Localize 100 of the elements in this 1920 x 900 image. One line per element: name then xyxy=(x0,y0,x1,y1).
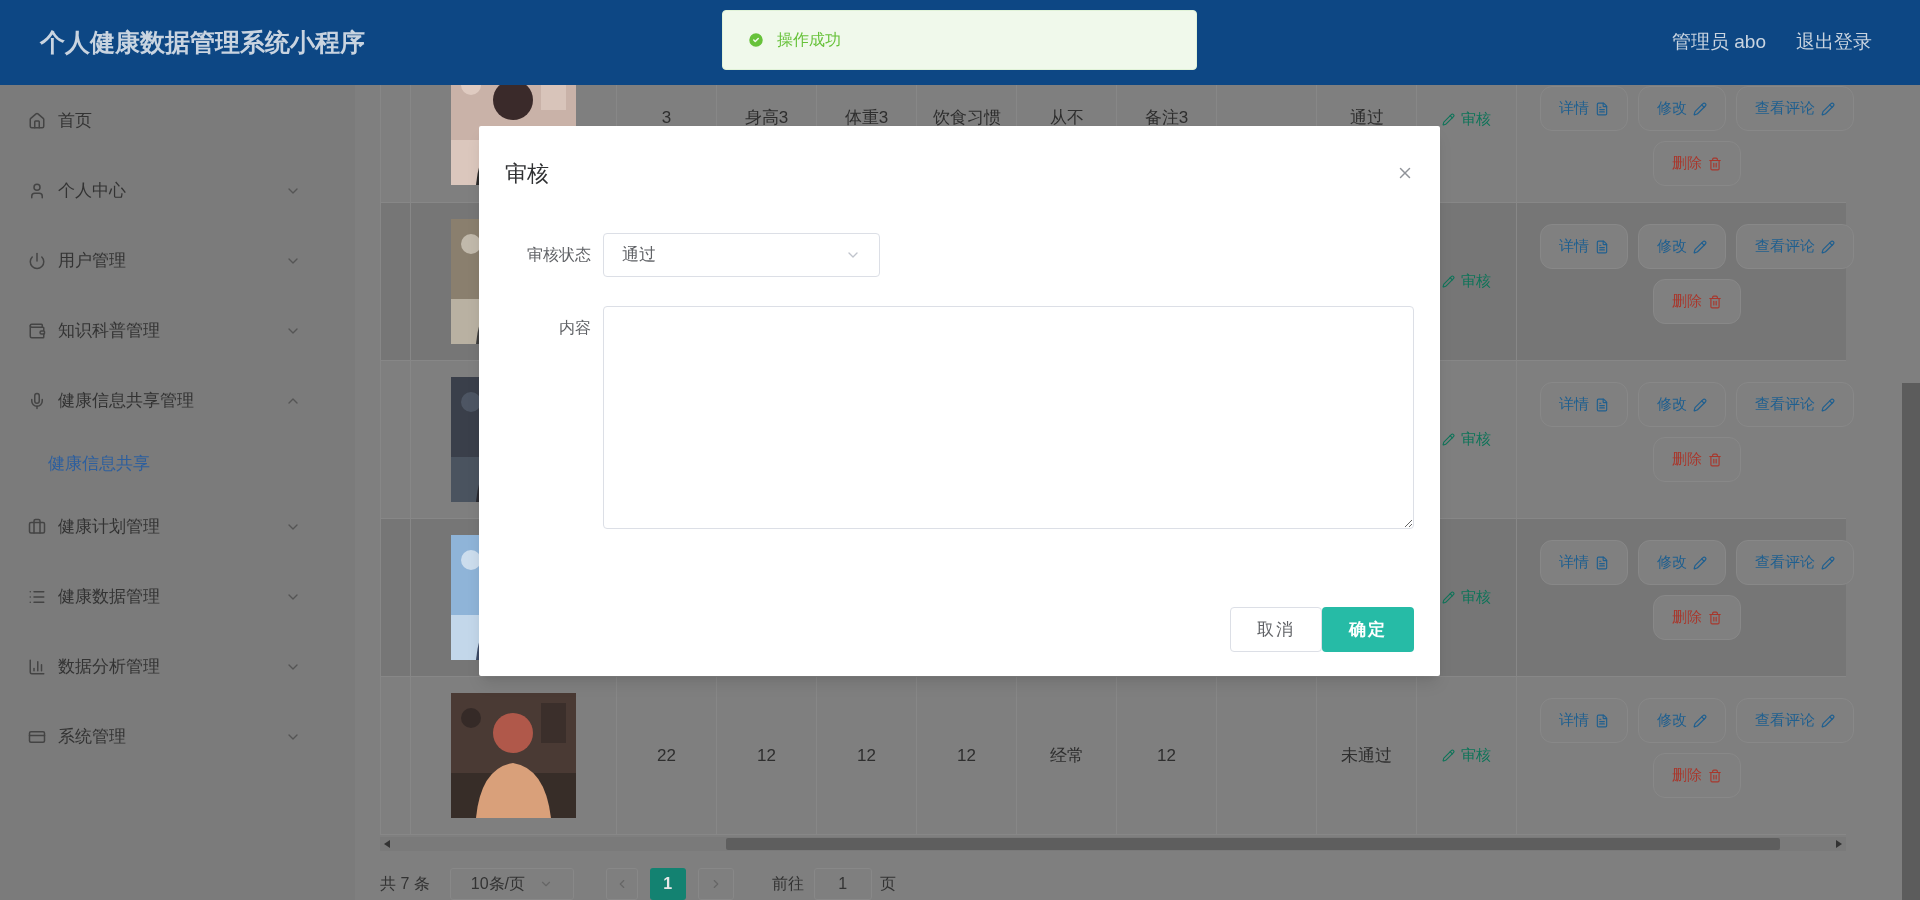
menu-item[interactable]: 首页 xyxy=(0,86,355,156)
page-suffix: 页 xyxy=(879,874,896,894)
vertical-scrollbar[interactable] xyxy=(1902,383,1920,900)
confirm-button[interactable]: 确定 xyxy=(1322,607,1414,652)
detail-button[interactable]: 详情 xyxy=(1540,382,1628,427)
pencil-icon xyxy=(1821,239,1835,254)
document-icon xyxy=(1595,713,1609,728)
pencil-icon xyxy=(1442,112,1455,126)
content-field[interactable] xyxy=(603,306,1414,529)
right-arrow-icon xyxy=(1836,840,1842,848)
home-icon xyxy=(28,112,46,130)
page-input[interactable]: 1 xyxy=(813,868,872,900)
table-cell-text: 22 xyxy=(657,744,676,767)
table-cell-text: 体重3 xyxy=(844,107,889,129)
next-page-button[interactable] xyxy=(697,868,734,900)
comments-button[interactable]: 查看评论 xyxy=(1736,698,1854,743)
pencil-icon xyxy=(1693,397,1707,412)
pencil-icon xyxy=(1821,555,1835,570)
horizontal-scrollbar[interactable] xyxy=(380,837,1846,851)
list-icon xyxy=(28,588,46,606)
pencil-icon xyxy=(1442,591,1455,604)
menu-item[interactable]: 数据分析管理 xyxy=(0,632,355,702)
table-cell-text: 12 xyxy=(1157,744,1176,767)
menu-item[interactable]: 系统管理 xyxy=(0,702,355,772)
detail-button[interactable]: 详情 xyxy=(1540,698,1628,743)
comments-button[interactable]: 查看评论 xyxy=(1736,224,1854,269)
pencil-icon xyxy=(1442,275,1455,288)
review-link[interactable]: 审核 xyxy=(1442,586,1491,609)
table-cell-text: 身高3 xyxy=(744,107,789,129)
menu-item[interactable]: 用户管理 xyxy=(0,226,355,296)
edit-button[interactable]: 修改 xyxy=(1638,86,1726,131)
field-label: 审核状态 xyxy=(526,245,591,265)
dialog-title: 审核 xyxy=(505,159,549,188)
delete-button[interactable]: 删除 xyxy=(1653,279,1741,324)
detail-button[interactable]: 详情 xyxy=(1540,540,1628,585)
pencil-icon xyxy=(1693,555,1707,570)
table-cell-text: 经常 xyxy=(1049,744,1084,767)
submenu-item[interactable]: 健康信息共享 xyxy=(0,436,355,492)
page-button[interactable]: 1 xyxy=(649,868,686,900)
edit-button[interactable]: 修改 xyxy=(1638,540,1726,585)
delete-button[interactable]: 删除 xyxy=(1653,595,1741,640)
comments-button[interactable]: 查看评论 xyxy=(1736,540,1854,585)
pencil-icon xyxy=(1693,101,1707,116)
document-icon xyxy=(1595,397,1609,412)
bar-chart-icon xyxy=(28,658,46,676)
wallet-icon xyxy=(28,322,46,340)
delete-button[interactable]: 删除 xyxy=(1653,753,1741,798)
detail-button[interactable]: 详情 xyxy=(1540,224,1628,269)
microphone-icon xyxy=(28,392,46,410)
pencil-icon xyxy=(1821,101,1835,116)
power-icon xyxy=(28,252,46,270)
user-icon xyxy=(28,182,46,200)
trash-icon xyxy=(1708,156,1722,171)
trash-icon xyxy=(1708,294,1722,309)
page-size-select[interactable]: 10条/页 xyxy=(449,868,574,900)
user-name: 管理员 abo xyxy=(1672,30,1766,55)
pencil-icon xyxy=(1821,397,1835,412)
status-select[interactable]: 通过 xyxy=(603,233,880,277)
cancel-button[interactable]: 取消 xyxy=(1230,607,1322,652)
goto-label: 前往 xyxy=(771,874,804,894)
comments-button[interactable]: 查看评论 xyxy=(1736,86,1854,131)
trash-icon xyxy=(1708,768,1722,783)
success-icon xyxy=(747,31,765,49)
table-cell-text: 备注3 xyxy=(1144,107,1189,129)
status-text: 通过 xyxy=(1349,107,1384,129)
table-cell-text: 12 xyxy=(857,744,876,767)
menu-item[interactable]: 个人中心 xyxy=(0,156,355,226)
table-cell-text: 12 xyxy=(957,744,976,767)
review-link[interactable]: 审核 xyxy=(1442,428,1491,451)
edit-button[interactable]: 修改 xyxy=(1638,224,1726,269)
review-link[interactable]: 审核 xyxy=(1442,108,1491,131)
comments-button[interactable]: 查看评论 xyxy=(1736,382,1854,427)
review-link[interactable]: 审核 xyxy=(1442,744,1491,767)
status-text: 未通过 xyxy=(1341,744,1392,767)
pencil-icon xyxy=(1693,713,1707,728)
table-cell-text: 从不 xyxy=(1049,107,1084,129)
menu-item[interactable]: 健康信息共享管理 xyxy=(0,366,355,436)
review-link[interactable]: 审核 xyxy=(1442,270,1491,293)
menu-item[interactable]: 健康数据管理 xyxy=(0,562,355,632)
logout-link[interactable]: 退出登录 xyxy=(1796,28,1872,57)
document-icon xyxy=(1595,555,1609,570)
delete-button[interactable]: 删除 xyxy=(1653,437,1741,482)
document-icon xyxy=(1595,101,1609,116)
pencil-icon xyxy=(1693,239,1707,254)
total-count: 共 7 条 xyxy=(380,874,430,894)
pencil-icon xyxy=(1442,749,1455,762)
pencil-icon xyxy=(1442,433,1455,446)
menu-item[interactable]: 知识科普管理 xyxy=(0,296,355,366)
menu-item[interactable]: 健康计划管理 xyxy=(0,492,355,562)
edit-button[interactable]: 修改 xyxy=(1638,698,1726,743)
detail-button[interactable]: 详情 xyxy=(1540,86,1628,131)
previous-page-button[interactable] xyxy=(605,868,638,900)
edit-button[interactable]: 修改 xyxy=(1638,382,1726,427)
table-cell-text: 饮食习惯 xyxy=(932,107,1001,129)
briefcase-icon xyxy=(28,518,46,536)
table-cell-text: 12 xyxy=(757,744,776,767)
delete-button[interactable]: 删除 xyxy=(1653,141,1741,186)
pencil-icon xyxy=(1821,713,1835,728)
left-arrow-icon xyxy=(384,840,390,848)
document-icon xyxy=(1595,239,1609,254)
